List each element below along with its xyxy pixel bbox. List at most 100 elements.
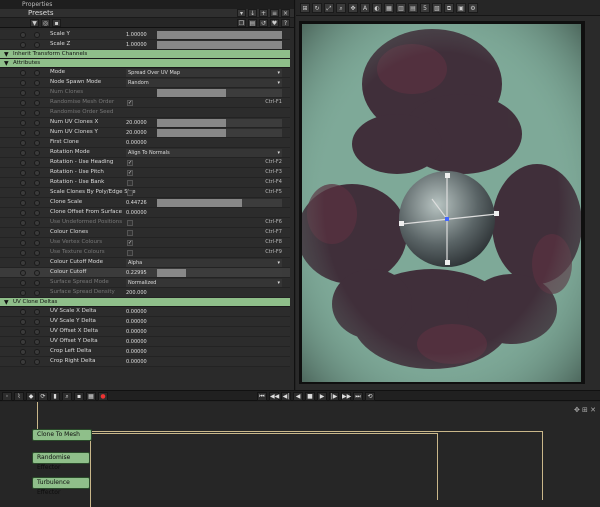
copy-icon[interactable]: ❐ xyxy=(237,19,246,27)
property-value[interactable]: 0.00000 xyxy=(126,358,154,366)
bars-icon[interactable]: ▥ xyxy=(396,3,406,13)
loop-play-icon[interactable]: ⟲ xyxy=(365,392,375,401)
viewer-canvas[interactable] xyxy=(299,21,585,384)
property-row[interactable]: Clone Scale 0.44726 xyxy=(0,198,290,208)
property-value[interactable]: 0.00000 xyxy=(126,328,154,336)
link-dot-icon[interactable] xyxy=(34,220,40,226)
stop-icon[interactable]: ■ xyxy=(305,392,315,401)
reset-icon[interactable]: ↺ xyxy=(259,19,268,27)
property-row[interactable]: UV Offset Y Delta 0.00000 xyxy=(0,337,290,347)
property-dropdown[interactable]: Random ▾ xyxy=(126,79,282,87)
section-toggle-icon[interactable]: ▼ xyxy=(4,298,9,307)
link-dot-icon[interactable] xyxy=(34,32,40,38)
property-slider[interactable] xyxy=(157,199,282,207)
property-slider[interactable] xyxy=(157,129,282,137)
heart-icon[interactable]: ♥ xyxy=(270,19,279,27)
property-slider[interactable] xyxy=(157,119,282,127)
link-dot-icon[interactable] xyxy=(34,170,40,176)
keyframe-dot-icon[interactable] xyxy=(20,80,26,86)
property-row[interactable]: Surface Spread Density 200.000 xyxy=(0,288,290,298)
keyframe-dot-icon[interactable] xyxy=(20,130,26,136)
link-dot-icon[interactable] xyxy=(34,260,40,266)
link-dot-icon[interactable] xyxy=(34,359,40,365)
property-row[interactable]: Surface Spread Mode Normalized ▾ xyxy=(0,278,290,288)
section-toggle-icon[interactable]: ▼ xyxy=(4,50,9,59)
section-header[interactable]: ▼ Attributes xyxy=(0,59,290,68)
dropdown-arrow-icon[interactable]: ▾ xyxy=(237,9,246,17)
keyframe-dot-icon[interactable] xyxy=(20,110,26,116)
link-dot-icon[interactable] xyxy=(34,339,40,345)
timeline-tool-icon[interactable]: ◦ xyxy=(2,392,12,401)
link-dot-icon[interactable] xyxy=(34,230,40,236)
property-value[interactable]: 200.000 xyxy=(126,289,154,297)
property-value[interactable]: 20.0000 xyxy=(126,129,154,137)
section-header[interactable]: ▼ Inherit Transform Channels xyxy=(0,50,290,59)
property-row[interactable]: Randomise Mesh Order ✓ Ctrl-F1 xyxy=(0,98,290,108)
property-row[interactable]: Rotation - Use Heading ✓ Ctrl-F2 xyxy=(0,158,290,168)
mode-icon[interactable]: A xyxy=(360,3,370,13)
paste-icon[interactable]: ▤ xyxy=(248,19,257,27)
property-slider[interactable] xyxy=(157,269,282,277)
link-dot-icon[interactable] xyxy=(34,240,40,246)
node-turbulence-effector[interactable]: Turbulence Effector xyxy=(32,477,90,496)
property-row[interactable]: UV Offset X Delta 0.00000 xyxy=(0,327,290,337)
property-value[interactable]: 0.22995 xyxy=(126,269,154,277)
property-row[interactable]: Use Vertex Colours ✓ Ctrl-F8 xyxy=(0,238,290,248)
step-forward-icon[interactable]: |▶ xyxy=(329,392,339,401)
property-row[interactable]: Rotation Mode Align To Normals ▾ xyxy=(0,148,290,158)
keyframe-dot-icon[interactable] xyxy=(20,339,26,345)
keyframe-dot-icon[interactable] xyxy=(20,190,26,196)
node-clone-to-mesh[interactable]: Clone To Mesh xyxy=(32,429,92,441)
link-dot-icon[interactable] xyxy=(34,140,40,146)
property-row[interactable]: Scale Y 1.00000 xyxy=(0,30,290,40)
key-icon[interactable]: ◆ xyxy=(26,392,36,401)
grid-icon[interactable]: ▦ xyxy=(384,3,394,13)
marker-icon[interactable]: ▮ xyxy=(50,392,60,401)
keyframe-dot-icon[interactable] xyxy=(20,180,26,186)
keyframe-dot-icon[interactable] xyxy=(20,200,26,206)
keyframe-dot-icon[interactable] xyxy=(20,349,26,355)
keyframe-dot-icon[interactable] xyxy=(20,32,26,38)
section-header[interactable]: ▼ UV Clone Deltas xyxy=(0,298,290,307)
property-dropdown[interactable]: Alpha ▾ xyxy=(126,259,282,267)
snapshot-icon[interactable]: ▣ xyxy=(456,3,466,13)
link-dot-icon[interactable] xyxy=(34,319,40,325)
node-view-controls-icon[interactable]: ✥ ⊞ ✕ xyxy=(574,406,596,414)
property-value[interactable] xyxy=(126,109,154,117)
property-row[interactable]: Rotation - Use Bank Ctrl-F4 xyxy=(0,178,290,188)
link-dot-icon[interactable] xyxy=(34,329,40,335)
fit-icon[interactable]: ⤢ xyxy=(324,3,334,13)
keyframe-dot-icon[interactable] xyxy=(20,240,26,246)
view-icon[interactable]: ◐ xyxy=(372,3,382,13)
property-row[interactable]: Scale Clones By Poly/Edge Size Ctrl-F5 xyxy=(0,188,290,198)
property-slider[interactable] xyxy=(157,41,282,49)
property-checkbox[interactable]: ✓ xyxy=(127,170,133,176)
keyframe-dot-icon[interactable] xyxy=(20,42,26,48)
record-icon[interactable]: ● xyxy=(98,392,108,401)
link-dot-icon[interactable] xyxy=(34,190,40,196)
property-slider[interactable] xyxy=(157,89,282,97)
keyframe-dot-icon[interactable] xyxy=(20,100,26,106)
target-icon[interactable]: ◎ xyxy=(41,19,50,27)
keyframe-dot-icon[interactable] xyxy=(20,270,26,276)
zoom-timeline-icon[interactable]: ⌕ xyxy=(62,392,72,401)
property-row[interactable]: Crop Left Delta 0.00000 xyxy=(0,347,290,357)
link-dot-icon[interactable] xyxy=(34,290,40,296)
property-value[interactable]: 0.00000 xyxy=(126,348,154,356)
property-checkbox[interactable] xyxy=(127,220,133,226)
property-checkbox[interactable]: ✓ xyxy=(127,160,133,166)
link-dot-icon[interactable] xyxy=(34,180,40,186)
property-row[interactable]: Colour Cutoff Mode Alpha ▾ xyxy=(0,258,290,268)
render-scene[interactable] xyxy=(302,24,581,382)
property-value[interactable]: 0.00000 xyxy=(126,338,154,346)
property-dropdown[interactable]: Align To Normals ▾ xyxy=(126,149,282,157)
property-row[interactable]: Randomise Order Seed xyxy=(0,108,290,118)
property-row[interactable]: UV Scale Y Delta 0.00000 xyxy=(0,317,290,327)
property-row[interactable]: UV Scale X Delta 0.00000 xyxy=(0,307,290,317)
overlay-icon[interactable]: ⧉ xyxy=(444,3,454,13)
keyframe-dot-icon[interactable] xyxy=(20,220,26,226)
link-dot-icon[interactable] xyxy=(34,130,40,136)
keyframe-dot-icon[interactable] xyxy=(20,280,26,286)
link-dot-icon[interactable] xyxy=(34,309,40,315)
property-row[interactable]: Num UV Clones X 20.0000 xyxy=(0,118,290,128)
